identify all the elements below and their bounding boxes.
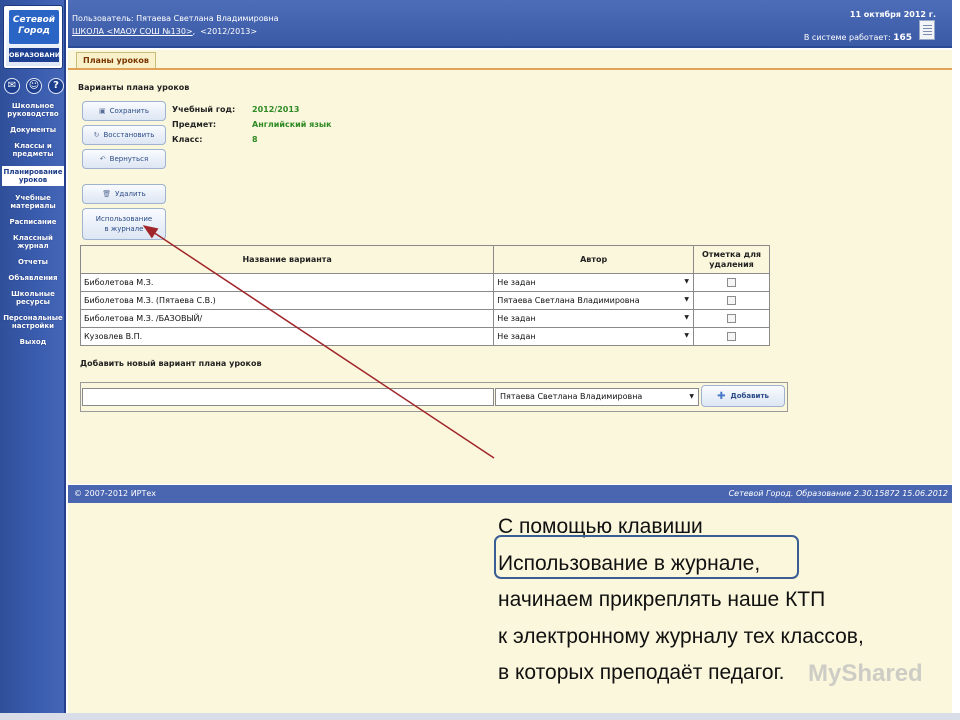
variant-name-input[interactable]: Кузовлев В.П.: [79, 327, 495, 346]
delete-mark-checkbox[interactable]: [727, 314, 737, 323]
save-icon: ▣: [99, 107, 106, 115]
dropdown-arrow-icon: ▼: [684, 332, 690, 339]
trash-icon: 🗑: [102, 190, 112, 198]
column-header-author: Автор: [493, 245, 695, 274]
plan-info: Учебный год: 2012/2013 Предмет: Английский…: [172, 102, 332, 147]
class-label: Класс:: [172, 135, 203, 144]
add-label: Добавить: [730, 392, 769, 400]
dropdown-arrow-icon: ▼: [684, 296, 690, 303]
sidebar-item-documents[interactable]: Документы: [2, 126, 64, 134]
help-icon[interactable]: ?: [48, 78, 64, 94]
tab-lesson-plans[interactable]: Планы уроков: [76, 52, 156, 68]
highlight-frame: [494, 535, 799, 579]
delete-button[interactable]: 🗑 Удалить: [82, 184, 166, 204]
restore-icon: ↻: [93, 131, 100, 139]
year-label: Учебный год:: [172, 105, 236, 114]
dropdown-arrow-icon: ▼: [684, 314, 690, 321]
version-info: Сетевой Город. Образование 2.30.15872 15…: [728, 489, 948, 498]
back-button[interactable]: ↶ Вернуться: [82, 149, 166, 169]
dropdown-arrow-icon: ▼: [684, 278, 690, 285]
school-line: ШКОЛА <МАОУ СОШ №130>, <2012/2013>: [72, 27, 258, 36]
current-user: Пользователь: Пятаева Светлана Владимиро…: [72, 14, 279, 23]
author-select[interactable]: Не задан ▼: [493, 273, 695, 292]
table-row: Биболетова М.З. Не задан ▼: [79, 273, 770, 292]
explanation-line: начинаем прикреплять наше КТП: [498, 588, 826, 611]
subject-value: Английский язык: [252, 120, 332, 129]
add-variant-title: Добавить новый вариант плана уроков: [80, 359, 262, 368]
school-link[interactable]: ШКОЛА <МАОУ СОШ №130>: [72, 27, 193, 36]
delete-label: Удалить: [115, 190, 146, 198]
bottom-strip: [0, 713, 960, 720]
author-select[interactable]: Не задан ▼: [493, 327, 695, 346]
class-value: 8: [252, 135, 258, 144]
restore-button[interactable]: ↻ Восстановить: [82, 125, 166, 145]
variant-name-input[interactable]: Биболетова М.З. (Пятаева С.В.): [79, 291, 495, 310]
table-row: Биболетова М.З. (Пятаева С.В.) Пятаева С…: [79, 291, 770, 310]
back-label: Вернуться: [109, 155, 149, 163]
logo-title: Сетевой Город: [9, 10, 59, 44]
copyright: © 2007-2012 ИРТех: [74, 489, 157, 498]
save-button[interactable]: ▣ Сохранить: [82, 101, 166, 121]
year-value: 2012/2013: [252, 105, 300, 114]
new-variant-author-select[interactable]: Пятаева Светлана Владимировна ▼: [495, 388, 699, 406]
app-logo[interactable]: Сетевой Город ОБРАЗОВАНИЕ: [4, 6, 62, 68]
back-icon: ↶: [99, 155, 106, 163]
save-label: Сохранить: [109, 107, 149, 115]
delete-mark-checkbox[interactable]: [727, 332, 737, 341]
online-count: 165: [893, 33, 912, 43]
sidebar-item-announcements[interactable]: Объявления: [2, 274, 64, 282]
footer-bar: © 2007-2012 ИРТех Сетевой Город. Образов…: [68, 485, 952, 503]
sidebar-item-class-journal[interactable]: Классный журнал: [2, 234, 64, 250]
page-title: Варианты плана уроков: [78, 83, 190, 92]
sidebar: Сетевой Город ОБРАЗОВАНИЕ ✉ ☺ ? Школьное…: [0, 0, 66, 720]
subject-label: Предмет:: [172, 120, 217, 129]
author-select[interactable]: Не задан ▼: [493, 309, 695, 328]
restore-label: Восстановить: [103, 131, 155, 139]
sidebar-item-logout[interactable]: Выход: [2, 338, 64, 346]
main-content: Планы уроков Варианты плана уроков ▣ Сох…: [68, 50, 952, 484]
sidebar-item-materials[interactable]: Учебные материалы: [2, 194, 64, 210]
sidebar-item-reports[interactable]: Отчеты: [2, 258, 64, 266]
table-row: Кузовлев В.П. Не задан ▼: [79, 327, 770, 346]
add-button[interactable]: ✚ Добавить: [701, 385, 785, 407]
variant-name-input[interactable]: Биболетова М.З.: [79, 273, 495, 292]
sidebar-item-school-management[interactable]: Школьное руководство: [2, 102, 64, 118]
use-in-journal-button[interactable]: Использование в журнале: [82, 208, 166, 240]
delete-mark-checkbox[interactable]: [727, 296, 737, 305]
delete-mark-checkbox[interactable]: [727, 278, 737, 287]
online-label: В системе работает:: [803, 33, 891, 42]
column-header-name: Название варианта: [79, 245, 495, 274]
document-icon[interactable]: [919, 20, 935, 40]
author-select[interactable]: Пятаева Светлана Владимировна ▼: [493, 291, 695, 310]
add-variant-form: Пятаева Светлана Владимировна ▼ ✚ Добави…: [80, 382, 788, 412]
sidebar-item-personal-settings[interactable]: Персональные настройки: [2, 314, 64, 330]
header-bar: Пользователь: Пятаева Светлана Владимиро…: [68, 0, 952, 48]
mail-icon[interactable]: ✉: [4, 78, 20, 94]
column-header-mark: Отметка для удаления: [693, 245, 770, 274]
sidebar-nav: Школьное руководство Документы Классы и …: [2, 102, 64, 354]
users-icon[interactable]: ☺: [26, 78, 42, 94]
sidebar-item-classes-subjects[interactable]: Классы и предметы: [2, 142, 64, 158]
sidebar-item-schedule[interactable]: Расписание: [2, 218, 64, 226]
tab-underline: [68, 68, 952, 70]
variant-name-input[interactable]: Биболетова М.З. /БАЗОВЫЙ/: [79, 309, 495, 328]
school-year: <2012/2013>: [200, 27, 258, 36]
current-date: 11 октября 2012 г.: [849, 10, 936, 19]
online-counter: В системе работает: 165: [804, 33, 912, 43]
logo-subtitle: ОБРАЗОВАНИЕ: [9, 48, 60, 62]
explanation-line: к электронному журналу тех классов,: [498, 624, 864, 648]
quick-icons: ✉ ☺ ?: [4, 78, 64, 96]
sidebar-item-lesson-planning[interactable]: Планирование уроков: [2, 166, 64, 186]
sidebar-item-school-resources[interactable]: Школьные ресурсы: [2, 290, 64, 306]
table-header-row: Название варианта Автор Отметка для удал…: [79, 245, 770, 274]
watermark: MyShared: [808, 660, 923, 687]
plus-icon: ✚: [717, 390, 726, 402]
use-in-journal-label: Использование в журнале: [95, 215, 153, 233]
new-variant-name-input[interactable]: [82, 388, 494, 406]
dropdown-arrow-icon: ▼: [689, 393, 694, 400]
plan-variants-table: Название варианта Автор Отметка для удал…: [79, 245, 770, 346]
table-row: Биболетова М.З. /БАЗОВЫЙ/ Не задан ▼: [79, 309, 770, 328]
